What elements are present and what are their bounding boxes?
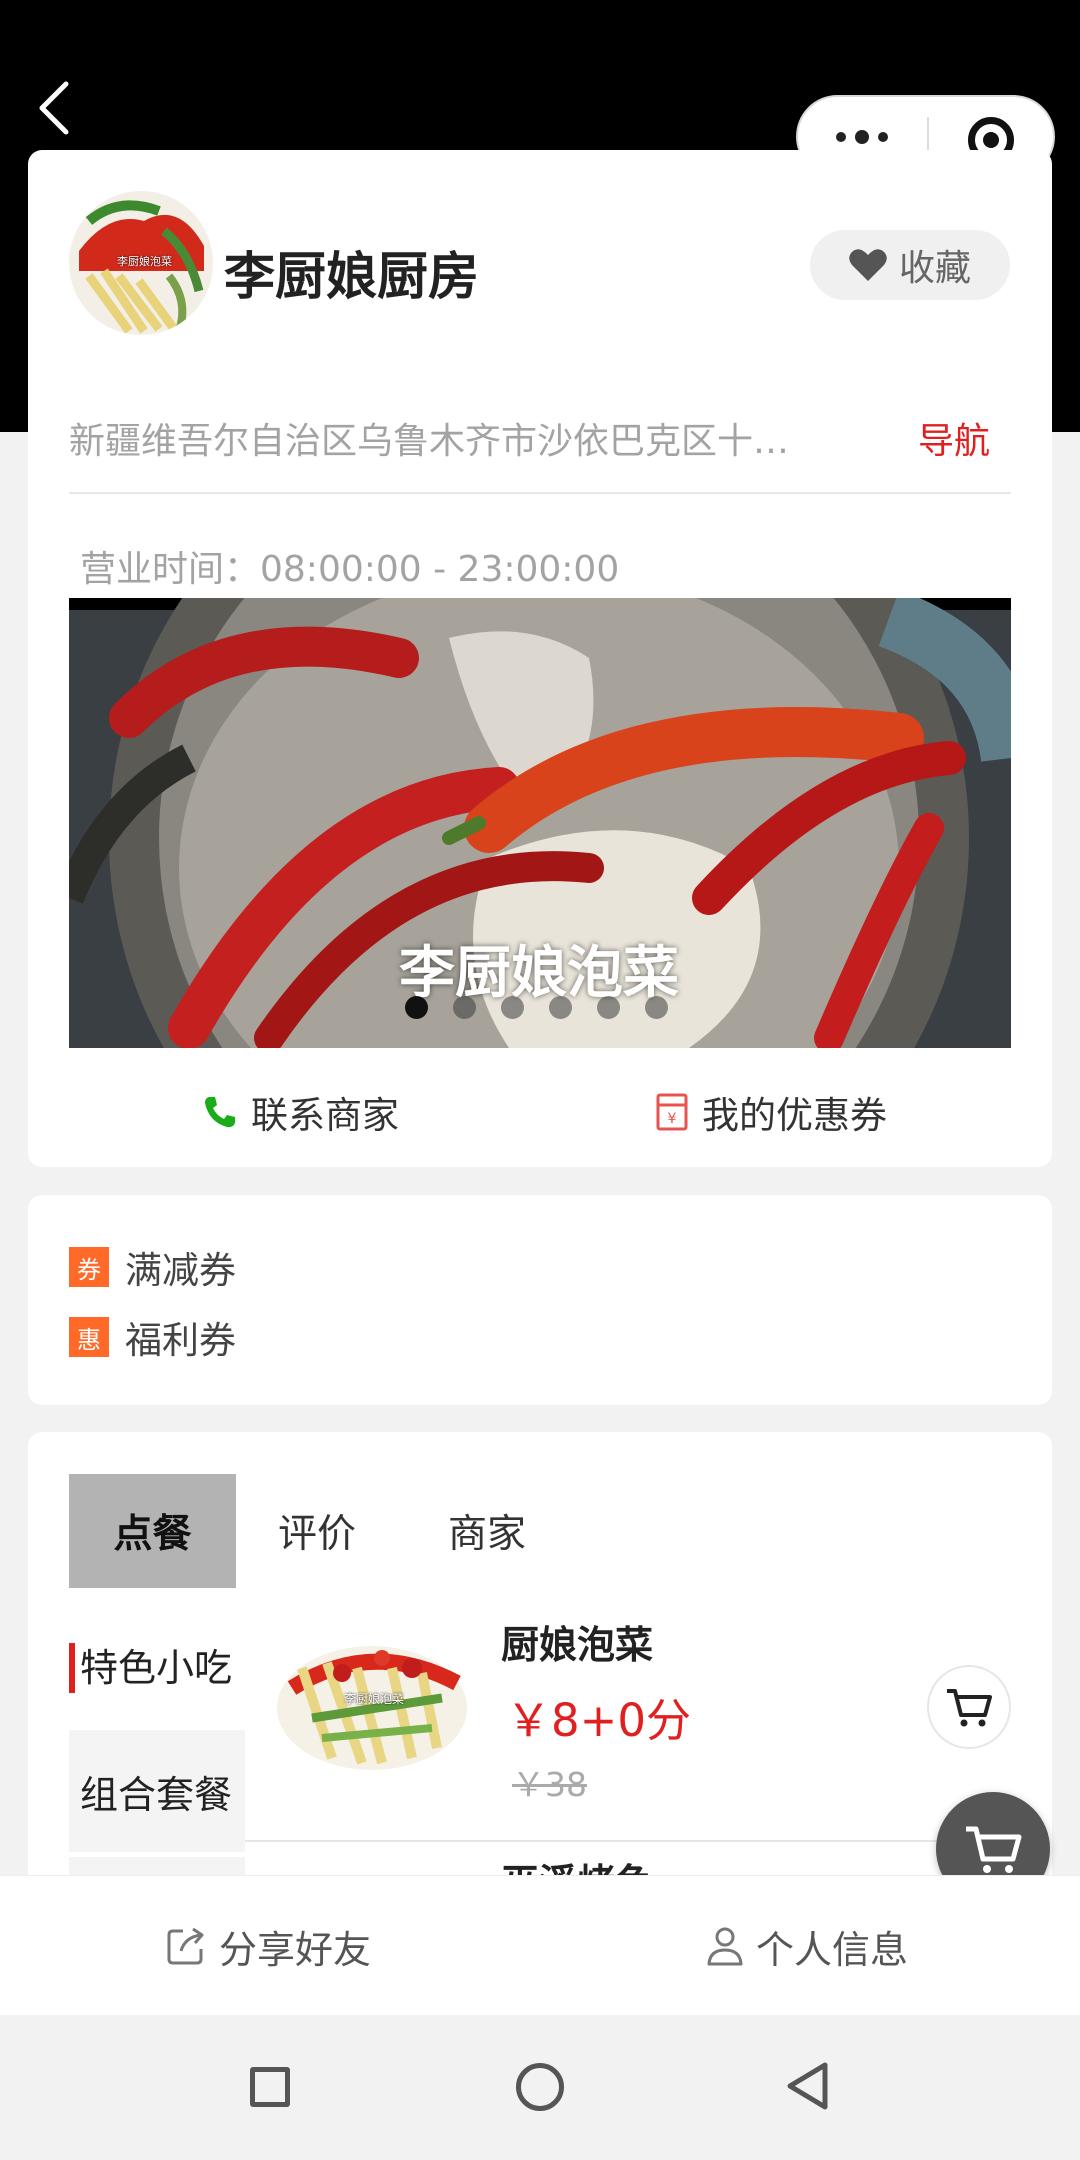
person-icon xyxy=(707,1927,743,1966)
dish-divider xyxy=(245,1840,1011,1842)
tab-order[interactable]: 点餐 xyxy=(69,1474,236,1588)
coupon-tag: 券 xyxy=(69,1247,109,1287)
category-item[interactable]: 组合套餐 xyxy=(69,1730,245,1852)
cart-icon xyxy=(947,1689,992,1727)
profile-button[interactable]: 个人信息 xyxy=(706,1876,908,2016)
phone-icon xyxy=(205,1097,235,1128)
my-coupons-button[interactable]: ¥ 我的优惠券 xyxy=(656,1085,887,1139)
home-button[interactable] xyxy=(516,2063,564,2111)
divider xyxy=(69,492,1011,494)
cart-icon xyxy=(966,1826,1022,1873)
add-to-cart-button[interactable] xyxy=(927,1665,1011,1749)
shop-avatar: 李厨娘泡菜 xyxy=(69,191,213,335)
carousel-dot[interactable] xyxy=(549,996,572,1019)
coupon-row[interactable]: 惠 福利券 xyxy=(69,1310,236,1364)
svg-text:¥: ¥ xyxy=(668,1111,677,1127)
dish-image-label: 李厨娘泡菜 xyxy=(344,1692,405,1706)
favorite-label: 收藏 xyxy=(898,248,971,289)
back-icon xyxy=(39,81,69,135)
dish-image[interactable]: 李厨娘泡菜 xyxy=(272,1628,474,1773)
share-button[interactable]: 分享好友 xyxy=(165,1876,371,2016)
contact-label: 联系商家 xyxy=(251,1094,399,1137)
banner-carousel[interactable]: 李厨娘泡菜 xyxy=(69,598,1011,1048)
heart-icon xyxy=(849,249,887,281)
share-label: 分享好友 xyxy=(219,1927,372,1972)
dish-name: 厨娘泡菜 xyxy=(501,1623,654,1667)
coupon-name: 福利券 xyxy=(125,1319,236,1362)
carousel-dot[interactable] xyxy=(645,996,668,1019)
navigate-link[interactable]: 导航 xyxy=(918,412,990,464)
system-navigation-bar xyxy=(0,2015,1080,2160)
shop-address: 新疆维吾尔自治区乌鲁木齐市沙依巴克区十… xyxy=(69,421,790,462)
shop-card: 李厨娘泡菜 李厨娘厨房 收藏 新疆维吾尔自治区乌鲁木齐市沙依巴克区十… 导航 营… xyxy=(28,150,1052,1167)
carousel-dot[interactable] xyxy=(597,996,620,1019)
share-icon xyxy=(167,1927,204,1965)
coupon-row[interactable]: 券 满减券 xyxy=(69,1240,236,1294)
bottom-bar: 分享好友 个人信息 xyxy=(0,1875,1080,2015)
back-nav-icon[interactable] xyxy=(785,2061,829,2111)
avatar-label: 李厨娘泡菜 xyxy=(117,255,172,268)
dish-original-price: ￥38 xyxy=(512,1765,587,1804)
coupon-label: 我的优惠券 xyxy=(702,1094,887,1137)
shop-name: 李厨娘厨房 xyxy=(224,248,480,307)
favorite-button[interactable]: 收藏 xyxy=(810,230,1010,300)
business-hours: 营业时间：08:00:00 - 23:00:00 xyxy=(80,549,620,590)
coupon-card: 券 满减券 惠 福利券 xyxy=(28,1195,1052,1405)
tab-reviews[interactable]: 评价 xyxy=(278,1474,356,1588)
coupon-icon: ¥ xyxy=(656,1093,688,1131)
profile-label: 个人信息 xyxy=(756,1927,909,1972)
category-item[interactable]: 特色小吃 xyxy=(69,1603,245,1725)
carousel-dots xyxy=(405,996,668,1019)
carousel-dot[interactable] xyxy=(501,996,524,1019)
shop-actions: 联系商家 ¥ 我的优惠券 xyxy=(28,1085,1052,1145)
coupon-name: 满减券 xyxy=(125,1249,236,1292)
contact-merchant-button[interactable]: 联系商家 xyxy=(203,1085,399,1139)
back-button[interactable] xyxy=(28,78,88,138)
more-icon xyxy=(836,131,846,142)
coupon-tag: 惠 xyxy=(69,1317,109,1357)
dish-price: ￥8+0分 xyxy=(506,1694,691,1747)
recent-apps-button[interactable] xyxy=(250,2067,290,2107)
carousel-dot[interactable] xyxy=(405,996,428,1019)
tab-merchant[interactable]: 商家 xyxy=(448,1474,526,1588)
carousel-dot[interactable] xyxy=(453,996,476,1019)
